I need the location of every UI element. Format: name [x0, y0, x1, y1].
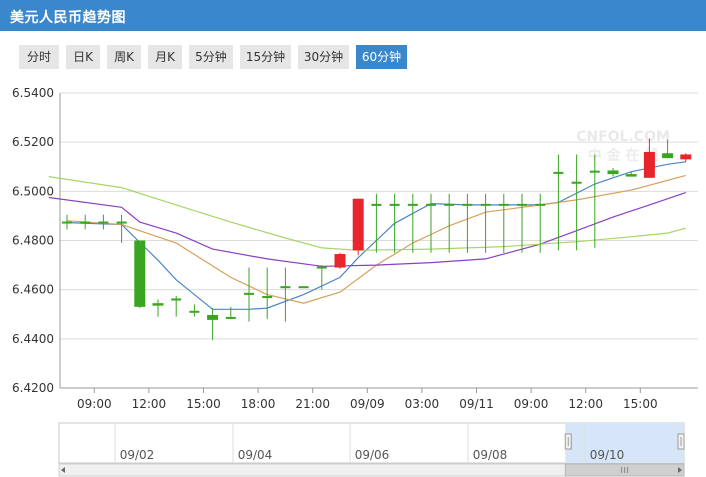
- y-tick-label: 6.4600: [12, 283, 54, 297]
- candle: [334, 252, 346, 269]
- candle: [152, 299, 164, 317]
- y-tick-label: 6.5200: [12, 135, 54, 149]
- candle: [352, 198, 364, 256]
- ma-line-3: [48, 176, 686, 251]
- candle-body: [589, 170, 600, 173]
- tab-1[interactable]: 日K: [66, 45, 100, 69]
- candle-body: [571, 181, 582, 184]
- candle-body: [244, 292, 254, 295]
- x-tick-label: 09/09: [350, 397, 385, 411]
- candle: [517, 193, 527, 253]
- tab-4[interactable]: 5分钟: [189, 45, 233, 69]
- candle-body: [643, 152, 655, 178]
- y-tick-label: 6.4200: [12, 381, 54, 395]
- x-tick-label: 09/11: [459, 397, 494, 411]
- candle-body: [262, 296, 273, 299]
- navigator-date-label: 09/02: [120, 448, 155, 462]
- candle-body: [189, 310, 200, 313]
- candle-body: [607, 170, 619, 175]
- candle-body: [553, 171, 564, 174]
- candle-body: [407, 203, 418, 206]
- candle: [589, 154, 600, 248]
- navigator-date-label: 09/04: [238, 448, 273, 462]
- x-tick-label: 15:00: [623, 397, 658, 411]
- candle-body: [207, 314, 219, 320]
- candle: [571, 154, 582, 251]
- candle-body: [116, 221, 127, 224]
- tab-0[interactable]: 分时: [19, 45, 59, 69]
- candle: [62, 214, 72, 230]
- candle: [134, 240, 146, 309]
- y-tick-label: 6.4400: [12, 332, 54, 346]
- x-tick-label: 12:00: [568, 397, 603, 411]
- candle-body: [625, 174, 637, 177]
- candle: [280, 267, 291, 322]
- x-tick-label: 03:00: [405, 397, 440, 411]
- tab-2[interactable]: 周K: [107, 45, 141, 69]
- candle: [480, 193, 491, 253]
- candle: [444, 193, 455, 253]
- candle: [171, 295, 182, 317]
- candle: [316, 265, 327, 290]
- candle-body: [171, 298, 182, 301]
- navigator-date-label: 09/06: [355, 448, 390, 462]
- candle-body: [98, 221, 109, 224]
- candle: [244, 267, 254, 322]
- candle-body: [662, 153, 674, 159]
- candle: [298, 286, 309, 289]
- candle-body: [535, 203, 546, 206]
- navigator-date-label: 09/10: [590, 448, 625, 462]
- candle-body: [80, 221, 91, 224]
- candle-body: [134, 240, 146, 307]
- candlestick-chart: CNFOL.COM中 金 在 线6.54006.52006.50006.4800…: [12, 86, 698, 411]
- navigator-selection[interactable]: [565, 423, 684, 463]
- candle: [98, 214, 109, 230]
- candle: [498, 193, 509, 253]
- x-tick-label: 09:00: [514, 397, 549, 411]
- x-tick-label: 15:00: [186, 397, 221, 411]
- tab-5[interactable]: 15分钟: [240, 45, 291, 69]
- candle-body: [316, 266, 327, 269]
- candle-body: [371, 203, 382, 206]
- candle-body: [352, 198, 364, 251]
- candle: [80, 214, 91, 230]
- candle-body: [426, 203, 436, 206]
- candle-body: [225, 316, 236, 319]
- y-tick-label: 6.4800: [12, 234, 54, 248]
- candle: [680, 153, 692, 162]
- candle-body: [389, 203, 400, 206]
- candle: [116, 214, 127, 243]
- x-tick-label: 12:00: [132, 397, 167, 411]
- candle-body: [62, 221, 72, 224]
- tab-7[interactable]: 60分钟: [356, 45, 407, 69]
- candle: [389, 193, 400, 253]
- candle-body: [334, 254, 346, 268]
- candle: [207, 308, 219, 341]
- candle: [407, 193, 418, 253]
- candle: [607, 167, 619, 177]
- candle-body: [517, 203, 527, 206]
- y-tick-label: 6.5000: [12, 184, 54, 198]
- candle-body: [280, 286, 291, 289]
- tab-3[interactable]: 月K: [148, 45, 182, 69]
- x-tick-label: 18:00: [241, 397, 276, 411]
- candle-body: [480, 203, 491, 206]
- chart-title: 美元人民币趋势图: [10, 10, 126, 26]
- range-navigator[interactable]: 09/02 09/04 09/06 09/08 09/10: [0, 422, 706, 477]
- candle-body: [462, 203, 473, 206]
- tab-6[interactable]: 30分钟: [298, 45, 349, 69]
- x-tick-label: 21:00: [295, 397, 330, 411]
- candle: [462, 193, 473, 253]
- candle-body: [498, 203, 509, 206]
- title-bar: 美元人民币趋势图: [0, 0, 706, 31]
- candle-body: [152, 303, 164, 306]
- navigator-date-label: 09/08: [473, 448, 508, 462]
- candle-body: [444, 203, 455, 206]
- x-tick-label: 09:00: [77, 397, 112, 411]
- candle: [189, 304, 200, 317]
- candle-body: [680, 154, 692, 160]
- candle: [426, 193, 436, 253]
- y-tick-label: 6.5400: [12, 86, 54, 100]
- candle-body: [298, 286, 309, 289]
